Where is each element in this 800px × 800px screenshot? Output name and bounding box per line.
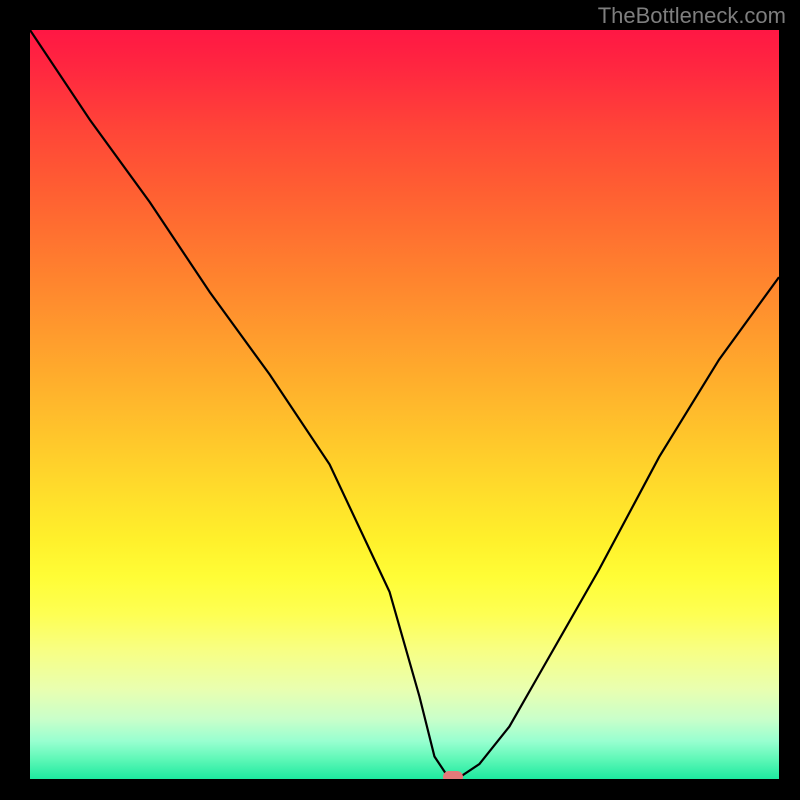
watermark-text: TheBottleneck.com xyxy=(598,3,786,29)
bottleneck-curve xyxy=(30,30,779,779)
plot-area xyxy=(30,30,779,779)
chart-container: TheBottleneck.com xyxy=(0,0,800,800)
curve-path xyxy=(30,30,779,779)
optimal-point-marker xyxy=(443,771,463,779)
